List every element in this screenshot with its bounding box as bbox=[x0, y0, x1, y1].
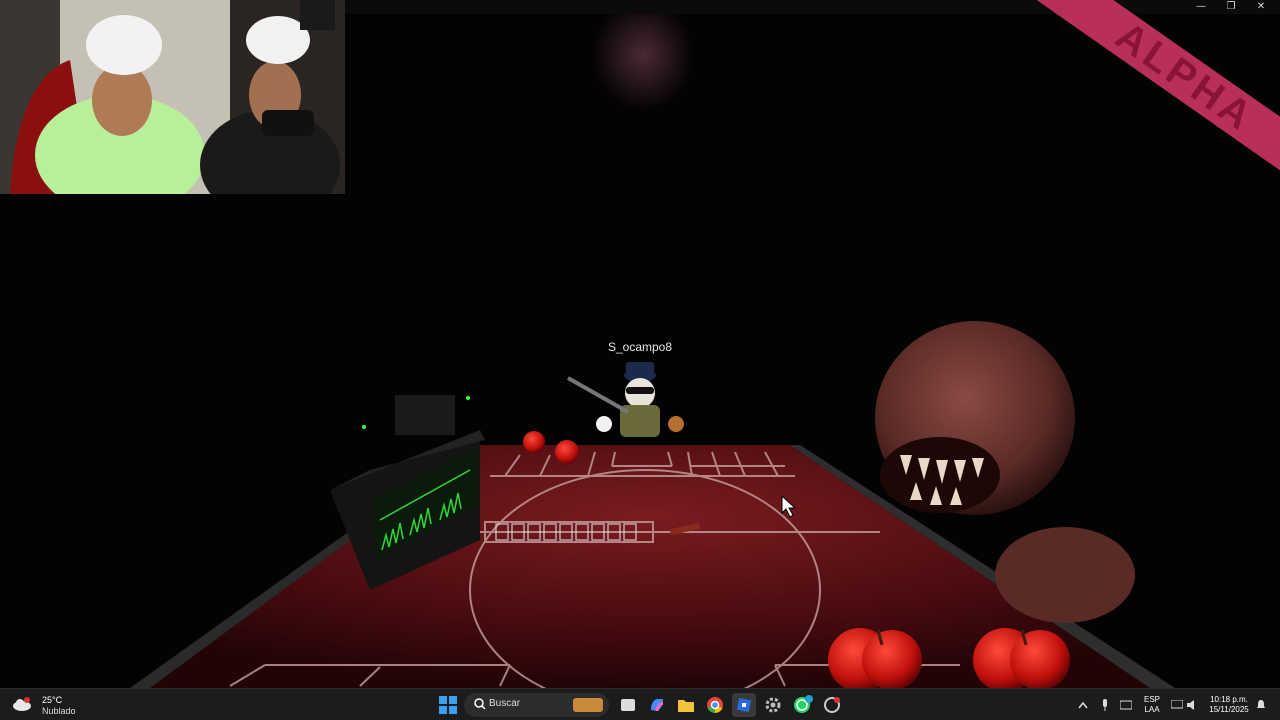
widgets-icon bbox=[621, 699, 635, 711]
roblox-button[interactable] bbox=[732, 693, 756, 717]
copilot-button[interactable] bbox=[645, 693, 669, 717]
speaker-icon bbox=[1187, 700, 1194, 710]
clock[interactable]: 10:18 p.m. 15/11/2025 bbox=[1204, 695, 1254, 715]
search-placeholder: Buscar bbox=[489, 698, 521, 709]
windows-start-icon bbox=[439, 696, 457, 714]
volume-button[interactable] bbox=[1186, 693, 1200, 717]
apple-foreground[interactable] bbox=[828, 628, 922, 688]
microphone-button[interactable] bbox=[1098, 693, 1112, 717]
maximize-button[interactable]: ❐ bbox=[1216, 0, 1246, 14]
gear-icon bbox=[765, 697, 781, 713]
search-icon bbox=[474, 698, 486, 710]
whatsapp-button[interactable] bbox=[791, 693, 815, 717]
taskview-button[interactable] bbox=[616, 693, 640, 717]
apple-item[interactable] bbox=[555, 440, 579, 464]
notifications-button[interactable] bbox=[1254, 693, 1268, 717]
weather-condition: Nublado bbox=[42, 706, 76, 716]
start-button[interactable] bbox=[436, 693, 460, 717]
microphone-icon bbox=[1103, 699, 1107, 711]
language-code: ESP bbox=[1143, 695, 1160, 704]
chrome-icon bbox=[707, 697, 723, 714]
chrome-button[interactable] bbox=[703, 693, 727, 717]
ceiling-light bbox=[593, 14, 693, 110]
clock-time: 10:18 p.m. bbox=[1210, 695, 1248, 704]
chevron-up-icon bbox=[1078, 701, 1088, 709]
copilot-icon bbox=[651, 699, 664, 712]
roblox-studio-button[interactable] bbox=[820, 693, 844, 717]
close-button[interactable]: ✕ bbox=[1246, 0, 1276, 14]
weather-widget[interactable]: 25°C Nublado bbox=[8, 692, 98, 718]
keyboard-icon bbox=[1120, 700, 1132, 710]
window-titlebar bbox=[345, 0, 1280, 14]
folder-icon bbox=[678, 700, 694, 712]
apple-foreground[interactable] bbox=[973, 628, 1070, 688]
bell-icon bbox=[1257, 700, 1265, 708]
webcam-image bbox=[0, 0, 345, 194]
tray-overflow-button[interactable] bbox=[1076, 693, 1090, 717]
monitor-icon bbox=[1171, 700, 1183, 709]
player-nametag: S_ocampo8 bbox=[607, 340, 673, 354]
file-explorer-button[interactable] bbox=[674, 693, 698, 717]
clock-date: 15/11/2025 bbox=[1209, 705, 1249, 714]
roblox-icon bbox=[736, 697, 752, 713]
apple-item[interactable] bbox=[523, 431, 545, 453]
search-highlight-icon bbox=[573, 698, 603, 712]
screen: S_ocampo8 — ❐ ✕ ALPHA 25°C Nublado Busca… bbox=[0, 0, 1280, 720]
taskbar-search[interactable]: Buscar bbox=[464, 693, 609, 717]
taskbar: 25°C Nublado Buscar ESP LAA 10:18 p.m. 1… bbox=[0, 688, 1280, 720]
cloud-icon bbox=[13, 697, 31, 711]
whatsapp-icon bbox=[794, 695, 813, 713]
webcam-overlay bbox=[0, 0, 345, 194]
keyboard-layout: LAA bbox=[1144, 705, 1160, 714]
weather-temperature: 25°C bbox=[42, 695, 63, 705]
player-character[interactable] bbox=[567, 362, 684, 437]
settings-button[interactable] bbox=[761, 693, 785, 717]
network-button[interactable] bbox=[1170, 693, 1184, 717]
minimize-button[interactable]: — bbox=[1186, 0, 1216, 14]
roblox-studio-icon bbox=[824, 697, 840, 713]
keyboard-button[interactable] bbox=[1118, 693, 1134, 717]
language-indicator[interactable]: ESP LAA bbox=[1140, 695, 1164, 715]
